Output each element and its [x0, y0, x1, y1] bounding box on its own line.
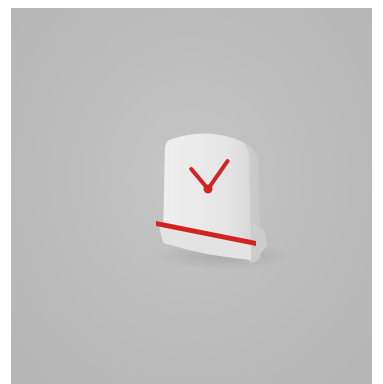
clock-center-pin — [203, 184, 213, 194]
clock-scene — [153, 133, 293, 270]
image-frame — [0, 0, 383, 384]
render-background — [11, 8, 372, 384]
